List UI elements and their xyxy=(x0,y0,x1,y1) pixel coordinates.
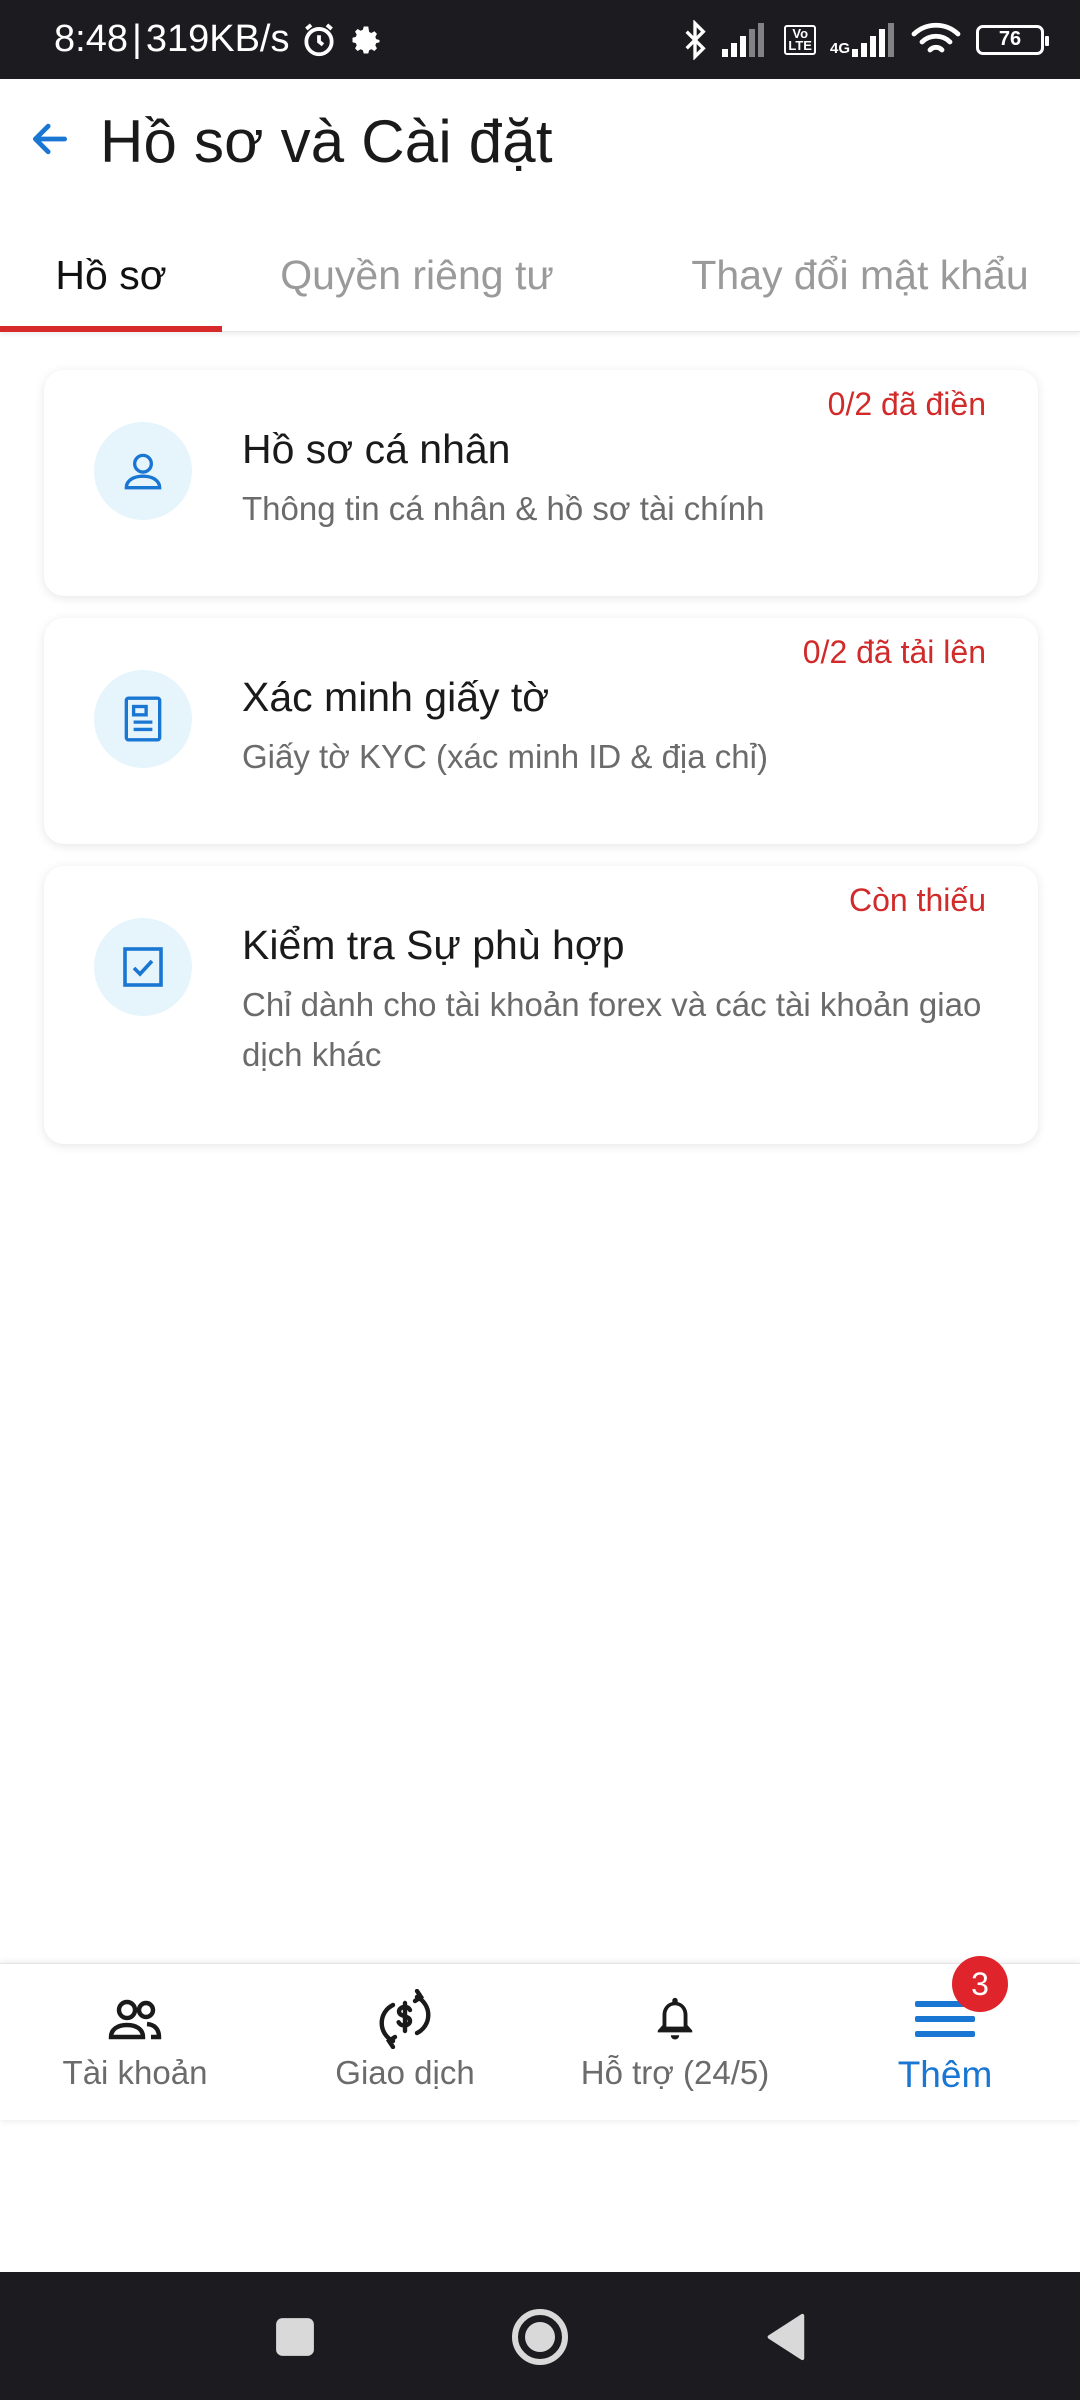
tab-label: Quyền riêng tư xyxy=(280,251,554,298)
bluetooth-icon xyxy=(685,19,707,60)
user-icon xyxy=(94,422,192,520)
home-button[interactable] xyxy=(505,2302,575,2372)
status-time: 8:48 xyxy=(54,18,128,60)
arrow-left-icon xyxy=(32,123,68,155)
status-badge: 0/2 đã tải lên xyxy=(802,634,986,670)
status-bar: 8:48 | 319KB/s Vo LTE 4G 76 xyxy=(0,0,1080,79)
nav-label: Giao dịch xyxy=(335,2054,475,2091)
tab-bar: Hồ sơ Quyền riêng tư Thay đổi mật khẩu xyxy=(0,218,1080,332)
tab-profile[interactable]: Hồ sơ xyxy=(0,218,222,332)
nav-trading[interactable]: Giao dịch xyxy=(270,1964,540,2121)
network-type-label: 4G xyxy=(829,39,850,57)
system-back-button[interactable] xyxy=(750,2302,820,2372)
app-header: Hồ sơ và Cài đặt xyxy=(0,79,1080,204)
status-right: Vo LTE 4G 76 xyxy=(682,0,1049,79)
nav-support[interactable]: Hỗ trợ (24/5) xyxy=(540,1964,810,2121)
alarm-icon xyxy=(303,22,334,56)
tab-label: Thay đổi mật khẩu xyxy=(691,251,1029,298)
back-button[interactable] xyxy=(26,115,74,163)
nav-more[interactable]: Thêm 3 xyxy=(810,1956,1080,2121)
tab-label: Hồ sơ xyxy=(55,251,167,298)
card-title: Xác minh giấy tờ xyxy=(242,674,550,720)
card-title: Hồ sơ cá nhân xyxy=(242,426,511,472)
card-document-verification[interactable]: 0/2 đã tải lên Xác minh giấy tờ Giấy tờ … xyxy=(44,618,1038,844)
nav-label: Hỗ trợ (24/5) xyxy=(580,2054,770,2091)
card-title: Kiểm tra Sự phù hợp xyxy=(242,922,625,968)
active-tab-indicator xyxy=(0,326,222,332)
checkbox-icon xyxy=(94,918,192,1016)
nav-accounts[interactable]: Tài khoản xyxy=(0,1964,270,2121)
card-suitability-check[interactable]: Còn thiếu Kiểm tra Sự phù hợp Chỉ dành c… xyxy=(44,866,1038,1144)
volte-icon: Vo LTE xyxy=(784,24,816,55)
nav-label: Tài khoản xyxy=(62,2054,208,2091)
users-icon xyxy=(107,1990,163,2048)
status-network-speed: 319KB/s xyxy=(145,18,290,60)
recents-button[interactable] xyxy=(260,2302,330,2372)
signal-4g-icon: 4G xyxy=(829,22,896,57)
tab-change-password[interactable]: Thay đổi mật khẩu xyxy=(640,218,1080,332)
signal-icon xyxy=(722,22,765,57)
square-icon xyxy=(276,2318,314,2356)
battery-level: 76 xyxy=(998,28,1022,50)
status-badge: 0/2 đã điền xyxy=(827,386,986,422)
system-navigation-bar xyxy=(0,2272,1080,2400)
card-subtitle: Thông tin cá nhân & hồ sơ tài chính xyxy=(242,490,765,527)
status-separator: | xyxy=(131,18,142,60)
tab-privacy[interactable]: Quyền riêng tư xyxy=(222,218,612,332)
notification-badge: 3 xyxy=(952,1956,1008,2012)
circle-icon xyxy=(512,2309,568,2365)
card-subtitle: Giấy tờ KYC (xác minh ID & địa chỉ) xyxy=(242,738,768,775)
document-icon xyxy=(94,670,192,768)
status-badge: Còn thiếu xyxy=(849,882,986,918)
triangle-back-icon xyxy=(767,2313,805,2361)
page-title: Hồ sơ và Cài đặt xyxy=(100,108,553,175)
bell-icon xyxy=(652,1990,698,2048)
status-left: 8:48 | 319KB/s xyxy=(54,0,384,79)
battery-icon: 76 xyxy=(976,24,1049,55)
dollar-exchange-icon xyxy=(377,1989,433,2049)
card-subtitle: Chỉ dành cho tài khoản forex và các tài … xyxy=(242,986,982,1073)
card-personal-profile[interactable]: 0/2 đã điền Hồ sơ cá nhân Thông tin cá n… xyxy=(44,370,1038,596)
settings-icon xyxy=(352,26,379,54)
nav-label: Thêm xyxy=(897,2054,993,2095)
wifi-icon xyxy=(911,22,961,52)
bottom-navigation: Tài khoản Giao dịch Hỗ trợ (24/5) Thêm 3 xyxy=(0,1956,1080,2121)
